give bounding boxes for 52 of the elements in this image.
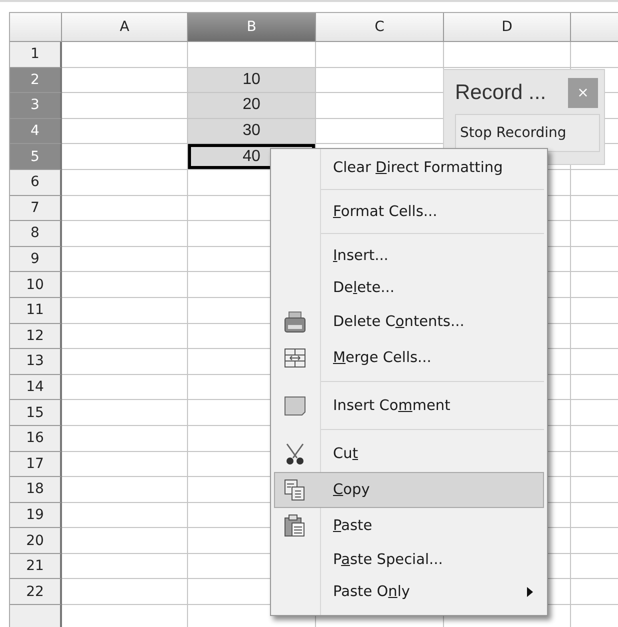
menu-item[interactable]: Paste bbox=[274, 508, 544, 544]
row-header[interactable]: 6 bbox=[10, 170, 62, 196]
copy-icon bbox=[283, 478, 307, 502]
column-header[interactable]: D bbox=[444, 13, 571, 42]
row-header[interactable]: 16 bbox=[10, 426, 62, 452]
menu-item[interactable]: Format Cells... bbox=[274, 196, 544, 228]
menu-item[interactable]: Insert Comment bbox=[274, 388, 544, 424]
row-header[interactable]: 9 bbox=[10, 246, 62, 272]
corner-header[interactable] bbox=[10, 13, 62, 42]
toolbar-title: Record ... bbox=[455, 81, 546, 105]
menu-item[interactable]: Paste Special... bbox=[274, 544, 544, 576]
menu-item[interactable]: Delete... bbox=[274, 272, 544, 304]
row-header[interactable]: 19 bbox=[10, 502, 62, 528]
table-cell bbox=[571, 452, 618, 478]
table-cell: 20 bbox=[188, 93, 316, 119]
menu-item[interactable]: Delete Contents... bbox=[274, 304, 544, 340]
row-header[interactable]: 10 bbox=[10, 272, 62, 298]
row-header[interactable]: 11 bbox=[10, 298, 62, 324]
menu-item[interactable]: Copy bbox=[274, 472, 544, 508]
submenu-arrow-icon bbox=[527, 587, 533, 597]
printer-icon bbox=[283, 310, 307, 334]
column-header[interactable]: B bbox=[188, 13, 316, 42]
column-header[interactable]: C bbox=[316, 13, 444, 42]
row-header[interactable]: 12 bbox=[10, 324, 62, 350]
table-cell: 30 bbox=[188, 118, 316, 144]
column-header[interactable] bbox=[571, 13, 618, 42]
row-header[interactable]: 14 bbox=[10, 374, 62, 400]
row-header[interactable]: 20 bbox=[10, 528, 62, 554]
row-header[interactable]: 1 bbox=[10, 42, 62, 68]
row-header[interactable]: 17 bbox=[10, 452, 62, 478]
menu-item[interactable]: Cut bbox=[274, 436, 544, 472]
menu-item[interactable]: Paste Only bbox=[274, 576, 544, 608]
menu-item[interactable]: Insert... bbox=[274, 240, 544, 272]
stop-recording-button[interactable]: Stop Recording bbox=[455, 114, 600, 152]
row-header[interactable]: 22 bbox=[10, 579, 62, 606]
clipboard-icon bbox=[283, 514, 307, 538]
row-header[interactable]: 7 bbox=[10, 196, 62, 222]
row-header[interactable]: 13 bbox=[10, 349, 62, 375]
table-cell bbox=[571, 374, 618, 400]
row-header[interactable]: 8 bbox=[10, 221, 62, 247]
comment-icon bbox=[283, 395, 307, 417]
table-cell bbox=[571, 324, 618, 350]
table-cell bbox=[571, 196, 618, 222]
merge-cells-icon bbox=[283, 347, 307, 369]
column-header[interactable]: A bbox=[62, 13, 188, 42]
table-cell: 10 bbox=[188, 68, 316, 94]
row-header[interactable]: 15 bbox=[10, 400, 62, 426]
row-header[interactable]: 21 bbox=[10, 554, 62, 580]
row-header[interactable] bbox=[10, 605, 62, 627]
table-cell bbox=[571, 502, 618, 528]
row-header[interactable]: 18 bbox=[10, 477, 62, 503]
menu-item[interactable]: Merge Cells... bbox=[274, 340, 544, 376]
